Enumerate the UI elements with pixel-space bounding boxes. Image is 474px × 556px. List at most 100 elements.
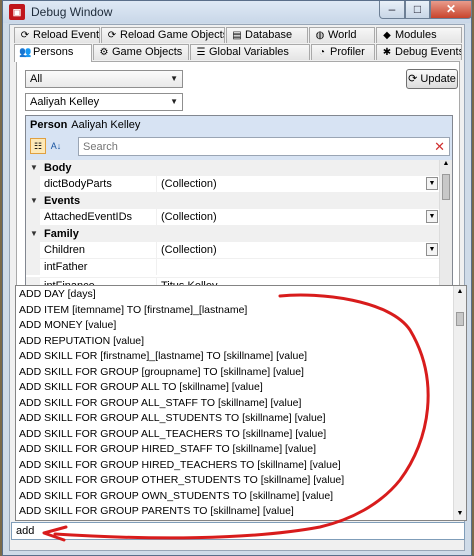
scroll-up-icon[interactable]: ▲ — [440, 160, 452, 167]
autocomplete-item[interactable]: ADD SKILL FOR GROUP ALL_TEACHERS TO [ski… — [18, 427, 448, 443]
close-button[interactable]: ✕ — [430, 1, 472, 19]
autocomplete-item[interactable]: ADD SKILL FOR GROUP HIRED_STAFF TO [skil… — [18, 442, 448, 458]
row-gutter — [26, 242, 40, 258]
collapse-icon[interactable]: ▼ — [30, 226, 38, 242]
tab-world[interactable]: ◍ World — [309, 27, 375, 43]
category-family[interactable]: ▼ Family — [26, 226, 440, 242]
tab-debug-events[interactable]: ✱ Debug Events — [376, 44, 462, 60]
tab-reload-events[interactable]: ⟳ Reload Events — [14, 27, 100, 43]
property-name: Children — [44, 244, 85, 256]
autocomplete-item[interactable]: ADD SKILL FOR GROUP ALL TO [skillname] [… — [18, 380, 448, 396]
autocomplete-item[interactable]: ADD SKILL FOR GROUP PTA TO [skillname] [… — [18, 520, 448, 521]
database-icon: ▤ — [232, 30, 242, 41]
autocomplete-item[interactable]: ADD DAY [days] — [18, 287, 448, 303]
chevron-down-icon: ▼ — [170, 97, 178, 106]
clear-search-icon[interactable]: ✕ — [434, 138, 445, 155]
minimize-button[interactable]: – — [379, 1, 405, 19]
update-label: Update — [420, 73, 456, 85]
property-value-cell[interactable]: (Collection) ▼ — [156, 209, 440, 225]
collapse-icon[interactable]: ▼ — [30, 160, 38, 176]
scroll-thumb[interactable] — [456, 312, 464, 326]
tab-row-top: ⟳ Reload Events ⟳ Reload Game Objects ▤ Dat… — [10, 27, 464, 44]
property-name: intFather — [44, 261, 88, 273]
autocomplete-item[interactable]: ADD REPUTATION [value] — [18, 334, 448, 350]
tab-label: Profiler — [330, 46, 365, 58]
category-body[interactable]: ▼ Body — [26, 160, 440, 176]
categorized-sort-button[interactable]: ☷ — [30, 138, 46, 154]
property-row[interactable]: intFather — [26, 259, 440, 278]
profiler-icon: ◔ — [318, 47, 326, 58]
tab-reload-game-objects[interactable]: ⟳ Reload Game Objects — [101, 27, 225, 43]
update-button[interactable]: ⟳ Update — [406, 69, 458, 89]
debug-window: ▣ Debug Window – □ ✕ ⟳ Reload Events ⟳ Rel… — [2, 0, 472, 556]
gear-icon: ⚙ — [99, 47, 109, 58]
filter-dropdown[interactable]: All ▼ — [25, 70, 183, 88]
category-label: Events — [44, 195, 81, 207]
property-row[interactable]: dictBodyParts (Collection) ▼ — [26, 176, 440, 193]
autocomplete-scrollbar[interactable]: ▲ ▼ — [453, 286, 466, 520]
property-rows: ▼ Body dictBodyParts (Collection) ▼ ▼ Events… — [26, 160, 440, 295]
tab-row-bottom: 👥 Persons ⚙ Game Objects ☰ Global Variables… — [10, 44, 464, 62]
search-input[interactable] — [83, 139, 413, 154]
persons-icon: 👥 — [19, 47, 32, 58]
tab-game-objects[interactable]: ⚙ Game Objects — [93, 44, 189, 60]
tab-label: Global Variables — [209, 46, 289, 58]
property-name: dictBodyParts — [44, 178, 112, 190]
person-value: Aaliyah Kelley — [30, 96, 100, 108]
category-label: Family — [44, 228, 79, 240]
person-dropdown[interactable]: Aaliyah Kelley ▼ — [25, 93, 183, 111]
scroll-up-icon[interactable]: ▲ — [454, 286, 466, 298]
maximize-button[interactable]: □ — [405, 1, 430, 19]
alphabetical-sort-button[interactable]: A↓ — [48, 138, 64, 154]
object-name-label: Aaliyah Kelley — [71, 119, 141, 131]
autocomplete-item[interactable]: ADD SKILL FOR GROUP OWN_STUDENTS TO [ski… — [18, 489, 448, 505]
tab-label: Reload Game Objects — [120, 29, 225, 41]
tab-label: World — [328, 29, 357, 41]
autocomplete-item[interactable]: ADD SKILL FOR GROUP OTHER_STUDENTS TO [s… — [18, 473, 448, 489]
property-value-cell[interactable]: (Collection) ▼ — [156, 176, 440, 192]
autocomplete-item[interactable]: ADD SKILL FOR GROUP ALL_STAFF TO [skilln… — [18, 396, 448, 412]
command-input[interactable] — [11, 522, 465, 540]
tab-label: Persons — [33, 46, 74, 58]
autocomplete-item[interactable]: ADD MONEY [value] — [18, 318, 448, 334]
autocomplete-item[interactable]: ADD SKILL FOR [firstname]_[lastname] TO … — [18, 349, 448, 365]
tab-persons[interactable]: 👥 Persons — [14, 44, 92, 62]
search-box: ✕ — [78, 137, 450, 156]
autocomplete-popup: ADD DAY [days] ADD ITEM [itemname] TO [fi… — [15, 285, 467, 521]
row-gutter — [26, 259, 40, 275]
refresh-icon: ⟳ — [20, 30, 30, 41]
property-value-cell[interactable]: (Collection) ▼ — [156, 242, 440, 258]
property-row[interactable]: Children (Collection) ▼ — [26, 242, 440, 259]
refresh-icon: ⟳ — [408, 73, 418, 85]
property-row[interactable]: AttachedEventIDs (Collection) ▼ — [26, 209, 440, 226]
row-gutter — [26, 209, 40, 225]
category-events[interactable]: ▼ Events — [26, 193, 440, 209]
property-value: (Collection) — [161, 178, 217, 190]
window-title: Debug Window — [31, 5, 113, 19]
chevron-down-icon[interactable]: ▼ — [426, 243, 438, 256]
tab-database[interactable]: ▤ Database — [226, 27, 308, 43]
row-gutter — [26, 176, 40, 192]
scroll-down-icon[interactable]: ▼ — [454, 508, 466, 520]
autocomplete-item[interactable]: ADD SKILL FOR GROUP PARENTS TO [skillnam… — [18, 504, 448, 520]
property-grid-toolbar: ☷ A↓ ✕ — [26, 134, 452, 160]
scroll-thumb[interactable] — [442, 174, 450, 200]
category-label: Body — [44, 162, 72, 174]
chevron-down-icon[interactable]: ▼ — [426, 177, 438, 190]
tab-profiler[interactable]: ◔ Profiler — [311, 44, 375, 60]
app-icon: ▣ — [9, 4, 25, 20]
autocomplete-item[interactable]: ADD SKILL FOR GROUP HIRED_TEACHERS TO [s… — [18, 458, 448, 474]
property-value: (Collection) — [161, 211, 217, 223]
title-bar[interactable]: ▣ Debug Window – □ ✕ — [3, 1, 472, 23]
autocomplete-item[interactable]: ADD SKILL FOR GROUP [groupname] TO [skil… — [18, 365, 448, 381]
cube-icon: ◆ — [383, 30, 391, 41]
collapse-icon[interactable]: ▼ — [30, 193, 38, 209]
autocomplete-item[interactable]: ADD ITEM [itemname] TO [firstname]_[last… — [18, 303, 448, 319]
chevron-down-icon[interactable]: ▼ — [426, 210, 438, 223]
tab-global-variables[interactable]: ☰ Global Variables — [190, 44, 310, 60]
property-value-cell[interactable] — [156, 259, 440, 275]
tab-label: Game Objects — [112, 46, 183, 58]
tab-modules[interactable]: ◆ Modules — [376, 27, 462, 43]
tab-label: Debug Events — [395, 46, 462, 58]
autocomplete-item[interactable]: ADD SKILL FOR GROUP ALL_STUDENTS TO [ski… — [18, 411, 448, 427]
